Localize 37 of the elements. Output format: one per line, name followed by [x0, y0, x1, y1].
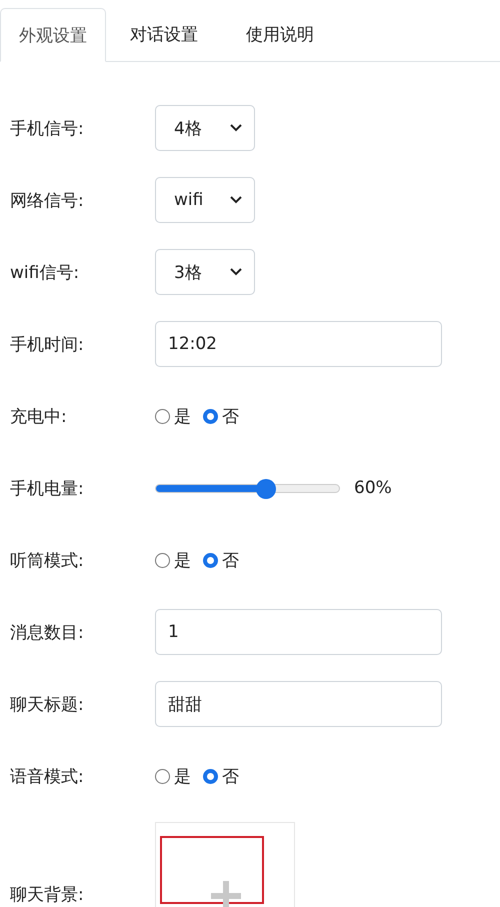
slider-thumb[interactable] — [256, 478, 276, 498]
slider-value: 60% — [354, 478, 392, 498]
field-label: 充电中: — [9, 406, 68, 428]
radio-button[interactable] — [203, 552, 218, 568]
caret-icon — [230, 268, 242, 276]
image-upload[interactable] — [155, 822, 295, 907]
radio-label: 否 — [222, 406, 239, 428]
tab[interactable]: 外观设置 — [0, 8, 106, 62]
field-label: 聊天背景: — [9, 884, 85, 907]
radio-label: 是 — [174, 550, 191, 572]
field-label: 语音模式: — [9, 766, 85, 788]
field-label: 手机电量: — [9, 478, 85, 500]
radio-button[interactable] — [155, 552, 170, 568]
radio-label: 否 — [222, 550, 239, 572]
radio-label: 是 — [174, 406, 191, 428]
dropdown[interactable]: 3格 — [155, 249, 255, 295]
dropdown[interactable]: 4格 — [155, 105, 255, 151]
radio-label: 是 — [174, 766, 191, 788]
field-label: 听筒模式: — [9, 550, 85, 572]
radio-button[interactable] — [203, 768, 218, 784]
field-label: 手机信号: — [9, 118, 85, 140]
radio-label: 否 — [222, 766, 239, 788]
field-label: 消息数目: — [9, 622, 85, 644]
field-label: 聊天标题: — [9, 694, 85, 716]
radio-button[interactable] — [155, 768, 170, 784]
radio-button[interactable] — [155, 408, 170, 424]
caret-icon — [230, 196, 242, 204]
input-field[interactable]: 甜甜 — [155, 681, 442, 727]
input-field[interactable]: 1 — [155, 609, 442, 655]
plus-icon — [211, 881, 241, 907]
input-field[interactable]: 12:02 — [155, 321, 442, 367]
field-label: 手机时间: — [9, 334, 85, 356]
field-label: 网络信号: — [9, 190, 85, 212]
radio-button[interactable] — [203, 408, 218, 424]
dropdown[interactable]: wifi — [155, 177, 255, 223]
field-label: wifi信号: — [9, 262, 80, 284]
caret-icon — [230, 124, 242, 132]
